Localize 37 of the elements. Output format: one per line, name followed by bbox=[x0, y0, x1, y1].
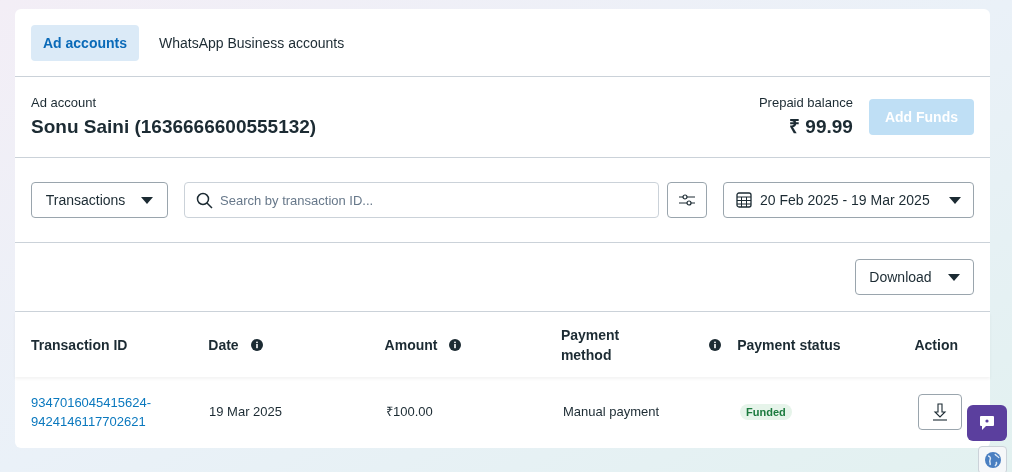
download-button[interactable] bbox=[918, 394, 962, 430]
table-cell: 19 Mar 2025 bbox=[209, 404, 282, 420]
balance-amount: ₹ 99.99 bbox=[789, 114, 853, 139]
account-label: Ad account bbox=[31, 94, 98, 112]
column-header: Amount bbox=[384, 335, 438, 355]
sliders-icon bbox=[679, 193, 695, 207]
balance-label: Prepaid balance bbox=[758, 94, 853, 112]
download-icon bbox=[932, 403, 948, 421]
language-button[interactable] bbox=[978, 446, 1007, 472]
column-header: Payment method bbox=[560, 325, 621, 365]
caret-icon bbox=[949, 196, 961, 204]
info-icon bbox=[709, 338, 722, 351]
search-field[interactable]: Search by transaction ID... bbox=[184, 182, 659, 218]
globe-icon bbox=[983, 451, 1002, 469]
column-header: Date bbox=[208, 335, 239, 355]
date-range-dropdown[interactable]: 20 Feb 2025 - 19 Mar 2025 bbox=[723, 182, 974, 218]
chat-icon bbox=[979, 415, 995, 431]
search-icon bbox=[196, 192, 213, 209]
download-dropdown[interactable]: Download bbox=[855, 259, 974, 295]
filter-button[interactable] bbox=[667, 182, 707, 218]
table-cell: Manual payment bbox=[563, 404, 660, 420]
caret-icon bbox=[141, 196, 154, 204]
info-icon bbox=[449, 338, 462, 351]
chat-button[interactable] bbox=[967, 405, 1007, 441]
status-badge: Funded bbox=[740, 404, 792, 421]
account-name: Sonu Saini (1636666600555132) bbox=[31, 114, 318, 139]
calendar-icon bbox=[736, 192, 752, 208]
column-header: Transaction ID bbox=[31, 335, 128, 355]
caret-icon bbox=[947, 273, 960, 281]
tab[interactable]: WhatsApp Business accounts bbox=[147, 24, 357, 61]
table-cell: ₹100.00 bbox=[386, 404, 433, 420]
column-header: Payment status bbox=[737, 335, 841, 355]
transaction-id-link[interactable]: 9347016045415624- 9424146117702621 bbox=[31, 392, 209, 432]
transactions-dropdown[interactable]: Transactions bbox=[31, 182, 168, 218]
tab[interactable]: Ad accounts bbox=[31, 24, 139, 61]
column-header: Action bbox=[914, 335, 958, 355]
info-icon bbox=[250, 338, 263, 351]
